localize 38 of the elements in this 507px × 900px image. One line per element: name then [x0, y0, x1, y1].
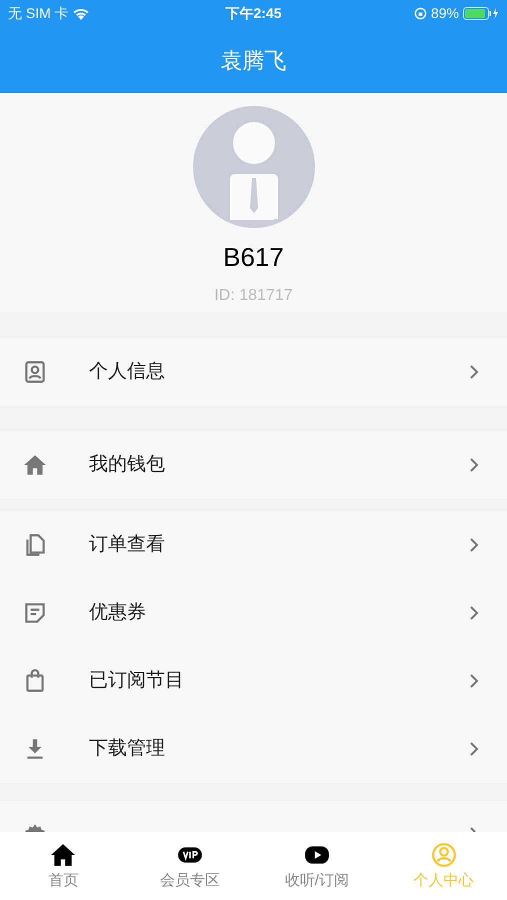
menu-label: 下载管理 — [89, 736, 166, 761]
carrier-text: 无 SIM 卡 — [8, 4, 69, 23]
menu-label: 个人信息 — [89, 360, 166, 384]
chevron-right-icon — [469, 537, 479, 553]
avatar-icon — [192, 106, 314, 228]
menu-label: 我的钱包 — [89, 452, 166, 477]
home-icon — [50, 842, 76, 868]
user-id: ID: 181717 — [214, 286, 293, 306]
chevron-right-icon — [469, 605, 479, 621]
clock-text: 下午2:45 — [225, 4, 282, 23]
menu-item[interactable]: 下载管理 — [0, 715, 507, 783]
rotation-lock-icon — [414, 7, 427, 20]
menu-item[interactable]: 优惠券 — [0, 579, 507, 647]
tab[interactable]: 收听/订阅 — [254, 832, 380, 900]
menu-item[interactable]: 已订阅节目 — [0, 647, 507, 715]
tab-label: 首页 — [48, 871, 78, 891]
wifi-icon — [72, 8, 89, 20]
chevron-right-icon — [469, 673, 479, 689]
menu-item[interactable] — [0, 801, 507, 832]
menu-label: 已订阅节目 — [89, 668, 185, 693]
page-title: 袁腾飞 — [220, 46, 286, 74]
chevron-right-icon — [469, 364, 479, 380]
username: B617 — [223, 244, 284, 270]
tab-label: 收听/订阅 — [284, 871, 349, 891]
battery-percent: 89% — [430, 4, 459, 23]
chevron-right-icon — [469, 457, 479, 473]
battery-charging-icon — [463, 7, 499, 20]
tab[interactable]: 首页 — [0, 832, 127, 900]
chevron-right-icon — [469, 741, 479, 757]
tab[interactable]: 会员专区 — [126, 832, 254, 900]
menu-item[interactable]: 我的钱包 — [0, 431, 507, 499]
menu-label: 优惠券 — [89, 600, 147, 625]
tab-label: 会员专区 — [160, 871, 220, 891]
user-circle-icon — [430, 842, 457, 868]
menu-label: 订单查看 — [89, 532, 166, 557]
tab-label: 个人中心 — [414, 871, 474, 891]
menu-item[interactable]: 个人信息 — [0, 338, 507, 406]
menu-item[interactable]: 订单查看 — [0, 511, 507, 579]
